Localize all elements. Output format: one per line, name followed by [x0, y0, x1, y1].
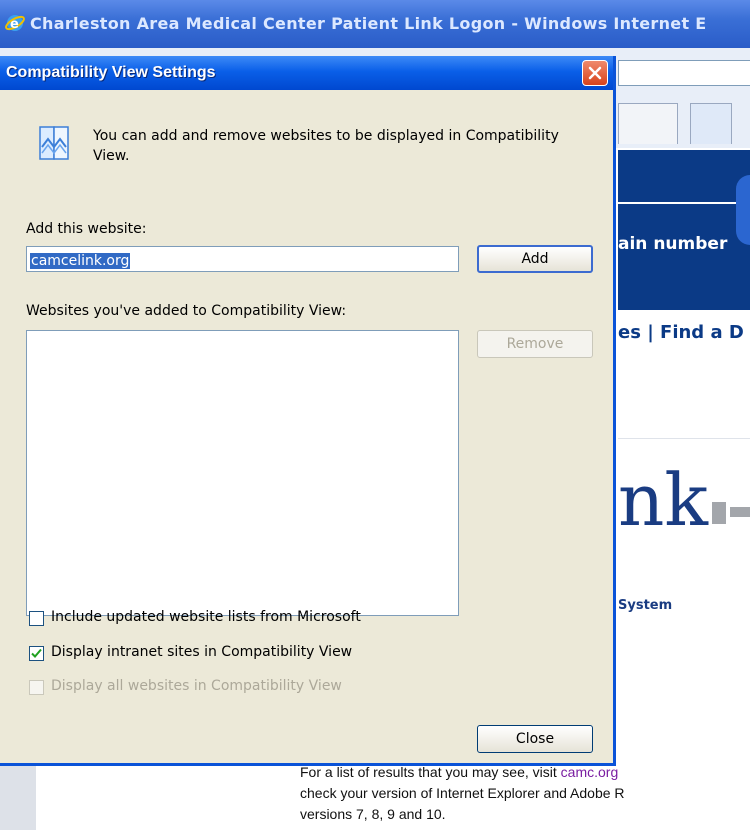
close-icon[interactable]	[582, 60, 608, 86]
dialog-info-text: You can add and remove websites to be di…	[93, 128, 559, 164]
compatibility-view-dialog: Compatibility View Settings You can add …	[0, 56, 616, 766]
add-website-input-value: camcelink.org	[30, 253, 131, 269]
display-intranet-label[interactable]: Display intranet sites in Compatibility …	[51, 644, 352, 660]
display-intranet-checkbox[interactable]	[29, 646, 44, 661]
page-text-line-1: For a list of results that you may see, …	[300, 764, 619, 780]
svg-text:e: e	[10, 17, 19, 32]
page-left-strip	[0, 760, 36, 830]
display-all-websites-checkbox	[29, 680, 44, 695]
add-website-input[interactable]: camcelink.org	[26, 246, 459, 272]
page-text-line-2: check your version of Internet Explorer …	[300, 785, 625, 801]
close-button[interactable]: Close	[477, 725, 593, 753]
site-header-graphic	[736, 175, 750, 245]
site-system-text: System	[618, 598, 673, 613]
site-logo-plug-prong	[730, 507, 750, 517]
browser-titlebar: e Charleston Area Medical Center Patient…	[0, 0, 750, 48]
include-updated-lists-checkbox[interactable]	[29, 611, 44, 626]
add-website-label: Add this website:	[26, 221, 147, 237]
added-websites-list[interactable]	[26, 330, 459, 616]
site-logo: nk	[618, 458, 708, 542]
site-logo-plug-graphic	[712, 502, 726, 524]
dialog-titlebar[interactable]: Compatibility View Settings	[0, 56, 613, 90]
site-header-line	[618, 202, 750, 204]
browser-window-title: Charleston Area Medical Center Patient L…	[30, 14, 707, 33]
site-divider	[618, 438, 750, 439]
camc-link[interactable]: camc.org	[561, 764, 619, 780]
remove-button[interactable]: Remove	[477, 330, 593, 358]
internet-explorer-icon: e	[5, 15, 25, 32]
display-all-websites-label: Display all websites in Compatibility Vi…	[51, 678, 342, 694]
include-updated-lists-label[interactable]: Include updated website lists from Micro…	[51, 609, 361, 625]
new-tab-button[interactable]	[690, 103, 732, 144]
page-text-line-3: versions 7, 8, 9 and 10.	[300, 806, 446, 822]
site-nav-text[interactable]: es | Find a D	[618, 322, 744, 343]
site-main-number-text: ain number	[618, 234, 728, 254]
add-button[interactable]: Add	[477, 245, 593, 273]
dialog-title: Compatibility View Settings	[6, 64, 216, 81]
added-websites-label: Websites you've added to Compatibility V…	[26, 303, 347, 319]
address-bar[interactable]	[618, 60, 750, 86]
compatibility-view-icon	[39, 126, 69, 160]
site-header-band	[618, 150, 750, 310]
checkmark-icon	[31, 648, 42, 658]
browser-tab[interactable]	[618, 103, 678, 144]
